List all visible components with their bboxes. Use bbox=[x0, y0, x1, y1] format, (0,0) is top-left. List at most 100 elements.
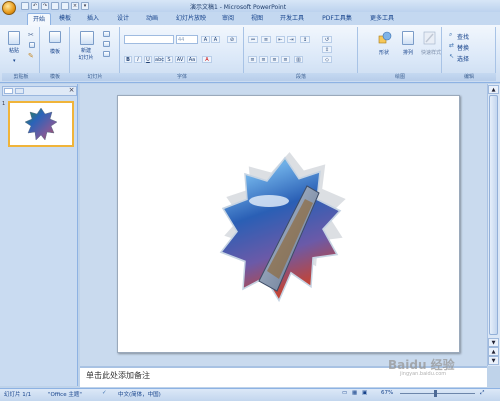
smartart-icon[interactable]: ◇ bbox=[322, 56, 332, 63]
redo-icon[interactable]: ↷ bbox=[41, 2, 49, 10]
copy-icon[interactable] bbox=[29, 42, 35, 48]
customize-toolbar-icon[interactable]: ▾ bbox=[81, 2, 89, 10]
tab-more-tools[interactable]: 更多工具 bbox=[366, 13, 398, 25]
slideshow-view-icon[interactable]: ▣ bbox=[362, 390, 367, 396]
tab-pdf-tools[interactable]: PDF工具集 bbox=[316, 13, 358, 25]
shapes-icon[interactable] bbox=[378, 31, 392, 45]
fit-to-window-icon[interactable]: ⤢ bbox=[480, 390, 484, 397]
close-doc-icon[interactable]: × bbox=[71, 2, 79, 10]
clipboard-group-label: 剪贴板 bbox=[2, 73, 40, 81]
tab-design[interactable]: 设计 bbox=[113, 13, 133, 25]
status-slide-count: 幻灯片 1/1 bbox=[4, 392, 32, 398]
slide-thumbnail[interactable] bbox=[8, 101, 74, 147]
reset-icon[interactable] bbox=[103, 41, 110, 47]
grow-font-icon[interactable]: A bbox=[201, 36, 210, 43]
thumbnail-star-picture bbox=[24, 107, 58, 141]
undo-icon[interactable]: ↶ bbox=[31, 2, 39, 10]
font-name-field[interactable] bbox=[124, 35, 174, 44]
paste-button-label[interactable]: 粘贴 bbox=[4, 48, 24, 54]
tab-home[interactable]: 开始 bbox=[27, 13, 51, 25]
layout-icon[interactable] bbox=[103, 31, 110, 37]
font-size-field[interactable]: 44 bbox=[176, 35, 198, 44]
bold-icon[interactable]: B bbox=[124, 56, 132, 63]
align-text-icon[interactable]: ⇳ bbox=[322, 46, 332, 53]
replace-icon[interactable]: ⇄ bbox=[449, 42, 454, 49]
align-left-icon[interactable]: ≡ bbox=[248, 56, 257, 63]
new-slide-label-line2[interactable]: 幻灯片 bbox=[74, 55, 98, 61]
tab-animation[interactable]: 动画 bbox=[142, 13, 162, 25]
tab-slideshow[interactable]: 幻灯片放映 bbox=[170, 13, 212, 25]
quick-styles-label[interactable]: 快速样式 bbox=[418, 50, 444, 56]
numbering-icon[interactable]: ≡ bbox=[261, 36, 271, 43]
new-slide-label[interactable]: 新建 bbox=[74, 48, 98, 54]
format-painter-icon[interactable]: ✎ bbox=[28, 52, 34, 60]
spellcheck-icon[interactable]: ✓ bbox=[102, 390, 107, 396]
previous-slide-icon[interactable]: ▲ bbox=[488, 347, 499, 356]
close-panel-icon[interactable]: × bbox=[67, 86, 76, 96]
change-case-icon[interactable]: Aa bbox=[187, 56, 197, 63]
status-language: 中文(简体，中国) bbox=[118, 392, 161, 398]
delete-slide-icon[interactable] bbox=[103, 51, 110, 57]
zoom-slider[interactable] bbox=[400, 393, 475, 394]
scroll-up-icon[interactable]: ▲ bbox=[488, 85, 499, 94]
scroll-down-icon[interactable]: ▼ bbox=[488, 338, 499, 347]
italic-icon[interactable]: I bbox=[134, 56, 142, 63]
slides-tab-icon[interactable] bbox=[4, 88, 13, 94]
text-direction-icon[interactable]: ↺ bbox=[322, 36, 332, 43]
arrange-button-label[interactable]: 排列 bbox=[397, 50, 419, 56]
columns-icon[interactable]: ▥ bbox=[294, 56, 303, 63]
zoom-slider-thumb[interactable] bbox=[434, 390, 437, 397]
template-icon[interactable] bbox=[49, 31, 61, 43]
increase-indent-icon[interactable]: ⇥ bbox=[287, 36, 296, 43]
scrollbar-thumb[interactable] bbox=[489, 95, 498, 335]
notes-placeholder[interactable]: 单击此处添加备注 bbox=[86, 370, 150, 381]
tab-review[interactable]: 审阅 bbox=[218, 13, 238, 25]
paste-dropdown-icon[interactable]: ▾ bbox=[13, 58, 16, 64]
line-spacing-icon[interactable]: ↕ bbox=[300, 36, 310, 43]
cut-icon[interactable]: ✂ bbox=[28, 31, 34, 39]
decrease-indent-icon[interactable]: ⇤ bbox=[276, 36, 285, 43]
underline-icon[interactable]: U bbox=[144, 56, 152, 63]
new-slide-icon[interactable] bbox=[80, 31, 94, 45]
zoom-level[interactable]: 67% bbox=[381, 390, 393, 396]
tab-insert[interactable]: 插入 bbox=[83, 13, 103, 25]
quick-styles-icon[interactable] bbox=[423, 31, 436, 45]
select-icon[interactable]: ↖ bbox=[449, 53, 454, 60]
replace-label[interactable]: 替换 bbox=[457, 43, 469, 52]
office-button[interactable] bbox=[2, 1, 16, 15]
template-button-label[interactable]: 模板 bbox=[44, 49, 66, 55]
align-right-icon[interactable]: ≡ bbox=[270, 56, 279, 63]
char-spacing-icon[interactable]: AV bbox=[175, 56, 185, 63]
justify-icon[interactable]: ≡ bbox=[281, 56, 290, 63]
align-center-icon[interactable]: ≡ bbox=[259, 56, 268, 63]
clear-format-icon[interactable]: ⊘ bbox=[227, 36, 237, 43]
next-slide-icon[interactable]: ▼ bbox=[488, 356, 499, 365]
arrange-icon[interactable] bbox=[402, 31, 414, 45]
drawing-group-label: 绘图 bbox=[358, 73, 442, 81]
tab-template[interactable]: 模板 bbox=[55, 13, 75, 25]
print-icon[interactable] bbox=[61, 2, 69, 10]
open-icon[interactable] bbox=[51, 2, 59, 10]
slides-group-label: 幻灯片 bbox=[70, 73, 120, 81]
tab-view[interactable]: 视图 bbox=[247, 13, 267, 25]
star-picture[interactable] bbox=[207, 141, 357, 306]
shapes-button-label[interactable]: 形状 bbox=[372, 50, 396, 56]
font-color-icon[interactable]: A bbox=[202, 56, 212, 63]
paragraph-group-label: 段落 bbox=[244, 73, 358, 81]
editing-group-label: 编辑 bbox=[442, 73, 496, 81]
shadow-icon[interactable]: S bbox=[165, 56, 173, 63]
normal-view-icon[interactable]: ▭ bbox=[342, 390, 347, 396]
find-label[interactable]: 查找 bbox=[457, 32, 469, 41]
bullets-icon[interactable]: ≔ bbox=[248, 36, 258, 43]
tab-developer[interactable]: 开发工具 bbox=[276, 13, 308, 25]
save-icon[interactable] bbox=[21, 2, 29, 10]
outline-tab-icon[interactable] bbox=[15, 88, 24, 94]
strikethrough-icon[interactable]: abc bbox=[154, 56, 164, 63]
shrink-font-icon[interactable]: A bbox=[211, 36, 220, 43]
font-group-label: 字体 bbox=[120, 73, 244, 81]
select-label[interactable]: 选择 bbox=[457, 54, 469, 63]
panel-tab-strip bbox=[2, 86, 77, 96]
paste-icon[interactable] bbox=[8, 31, 20, 45]
sorter-view-icon[interactable]: ▦ bbox=[352, 390, 357, 396]
find-icon[interactable]: ⌕ bbox=[449, 31, 452, 39]
